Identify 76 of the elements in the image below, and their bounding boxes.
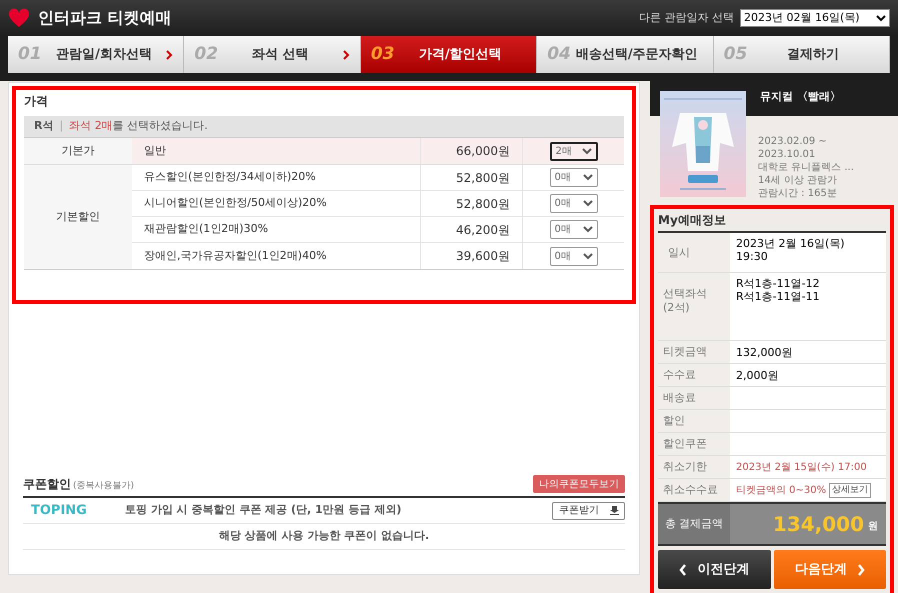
caret-icon bbox=[582, 200, 592, 207]
view-coupons-button[interactable]: 나의쿠폰모두보기 bbox=[533, 475, 625, 493]
toping-logo: TOPING bbox=[30, 502, 88, 520]
info-label: 일시 bbox=[668, 246, 691, 260]
show-detail: 14세 이상 관람가 bbox=[758, 174, 838, 187]
promo-text: 토핑 가입 시 중복할인 쿠폰 제공 (단, 1만원 등급 제외) bbox=[124, 502, 402, 518]
notice-bar: R석 | 좌석 2매를 선택하셨습니다. bbox=[24, 116, 624, 138]
total-amount: 134,000 bbox=[772, 511, 864, 538]
date-label: 다른 관람일자 선택 bbox=[639, 10, 734, 26]
caret-icon bbox=[582, 174, 592, 181]
chevron-icon bbox=[342, 50, 350, 60]
info-value: 2023년 2월 15일(수) 17:00 bbox=[736, 460, 867, 474]
total-label: 총 결제금액 bbox=[664, 516, 724, 532]
discount-name: 장애인,국가유공자할인(1인2매)40% bbox=[143, 248, 328, 264]
site-title: 인터파크 티켓예매 bbox=[38, 7, 172, 29]
info-label: 할인쿠폰 bbox=[663, 437, 708, 451]
details-button[interactable]: 상세보기 bbox=[829, 482, 872, 498]
empty-message: 해당 상품에 사용 가능한 쿠폰이 없습니다. bbox=[218, 528, 430, 544]
step-tab[interactable]: 02 좌석 선택 bbox=[184, 36, 361, 73]
caret-icon bbox=[582, 226, 592, 233]
currency-unit: 원 bbox=[868, 520, 878, 534]
chevron-right-icon bbox=[856, 564, 865, 576]
info-label: 할인 bbox=[663, 414, 686, 428]
show-detail: 대학로 유니플렉스 ... bbox=[758, 161, 854, 174]
show-detail: 2023.02.09 ~ bbox=[758, 135, 828, 148]
info-value: 티켓금액의 0~30% bbox=[736, 484, 826, 496]
info-value: R석1층-11열-11 bbox=[736, 290, 821, 303]
caret-icon bbox=[582, 148, 592, 154]
info-label: 선택좌석 bbox=[663, 287, 708, 301]
info-label: 취소수수료 bbox=[663, 483, 719, 497]
download-icon bbox=[610, 506, 619, 515]
chevron-icon bbox=[166, 50, 174, 60]
discount-name: 일반 bbox=[143, 142, 167, 159]
price-amount: 52,800원 bbox=[420, 191, 522, 216]
section-title: 쿠폰할인 bbox=[23, 476, 71, 493]
info-label: 수수료 bbox=[663, 368, 697, 382]
coupon-note: (중복사용불가) bbox=[73, 480, 134, 492]
discount-name: 시니어할인(본인한정/50세이상)20% bbox=[143, 195, 328, 212]
show-detail: 2023.10.01 bbox=[758, 148, 816, 161]
info-label: 배송료 bbox=[663, 391, 697, 405]
discount-name: 재관람할인(1인2매)30% bbox=[143, 221, 270, 238]
show-title: 뮤지컬 〈빨래〉 bbox=[760, 89, 841, 105]
category-label: 기본할인 bbox=[56, 208, 100, 225]
heart-icon bbox=[8, 8, 30, 28]
info-value: R석1층-11열-12 bbox=[736, 277, 821, 290]
info-label: (2석) bbox=[663, 301, 691, 315]
separator: | bbox=[59, 118, 64, 134]
quantity-select[interactable]: 0매 bbox=[550, 194, 598, 213]
step-tab[interactable]: 05 결제하기 bbox=[714, 36, 890, 73]
quantity-select[interactable]: 0매 bbox=[550, 220, 598, 239]
caret-icon bbox=[876, 14, 886, 22]
date-select[interactable]: 2023년 02월 16일(목) bbox=[740, 9, 890, 27]
info-label: 취소기한 bbox=[663, 460, 708, 474]
show-detail: 관람시간 : 165분 bbox=[758, 187, 838, 200]
chevron-left-icon bbox=[679, 564, 688, 576]
discount-name: 유스할인(본인한정/34세이하)20% bbox=[143, 169, 317, 186]
quantity-select[interactable]: 2매 bbox=[550, 142, 598, 160]
quantity-select[interactable]: 0매 bbox=[550, 246, 598, 266]
price-amount: 46,200원 bbox=[420, 217, 522, 242]
info-value: 132,000원 bbox=[736, 346, 792, 358]
info-value: 2023년 2월 16일(목) bbox=[736, 237, 846, 250]
caret-icon bbox=[582, 252, 592, 260]
info-label: 티켓금액 bbox=[663, 345, 708, 359]
price-amount: 39,600원 bbox=[420, 243, 522, 269]
quantity-select[interactable]: 0매 bbox=[550, 168, 598, 187]
price-amount: 52,800원 bbox=[420, 165, 522, 190]
info-value: 2,000원 bbox=[736, 368, 778, 382]
get-coupon-button[interactable]: 쿠폰받기 bbox=[552, 502, 625, 520]
step-tab[interactable]: 04 배송선택/주문자확인 bbox=[537, 36, 714, 73]
previous-step-button[interactable]: 이전단계 bbox=[658, 550, 770, 589]
step-tab[interactable]: 01 관람일/회차선택 bbox=[8, 36, 184, 73]
category-label: 기본가 bbox=[62, 142, 94, 159]
info-value: 19:30 bbox=[736, 250, 769, 263]
section-title: 가격 bbox=[24, 93, 49, 110]
step-tab[interactable]: 03 가격/할인선택 bbox=[360, 36, 538, 73]
price-amount: 66,000원 bbox=[420, 138, 522, 164]
